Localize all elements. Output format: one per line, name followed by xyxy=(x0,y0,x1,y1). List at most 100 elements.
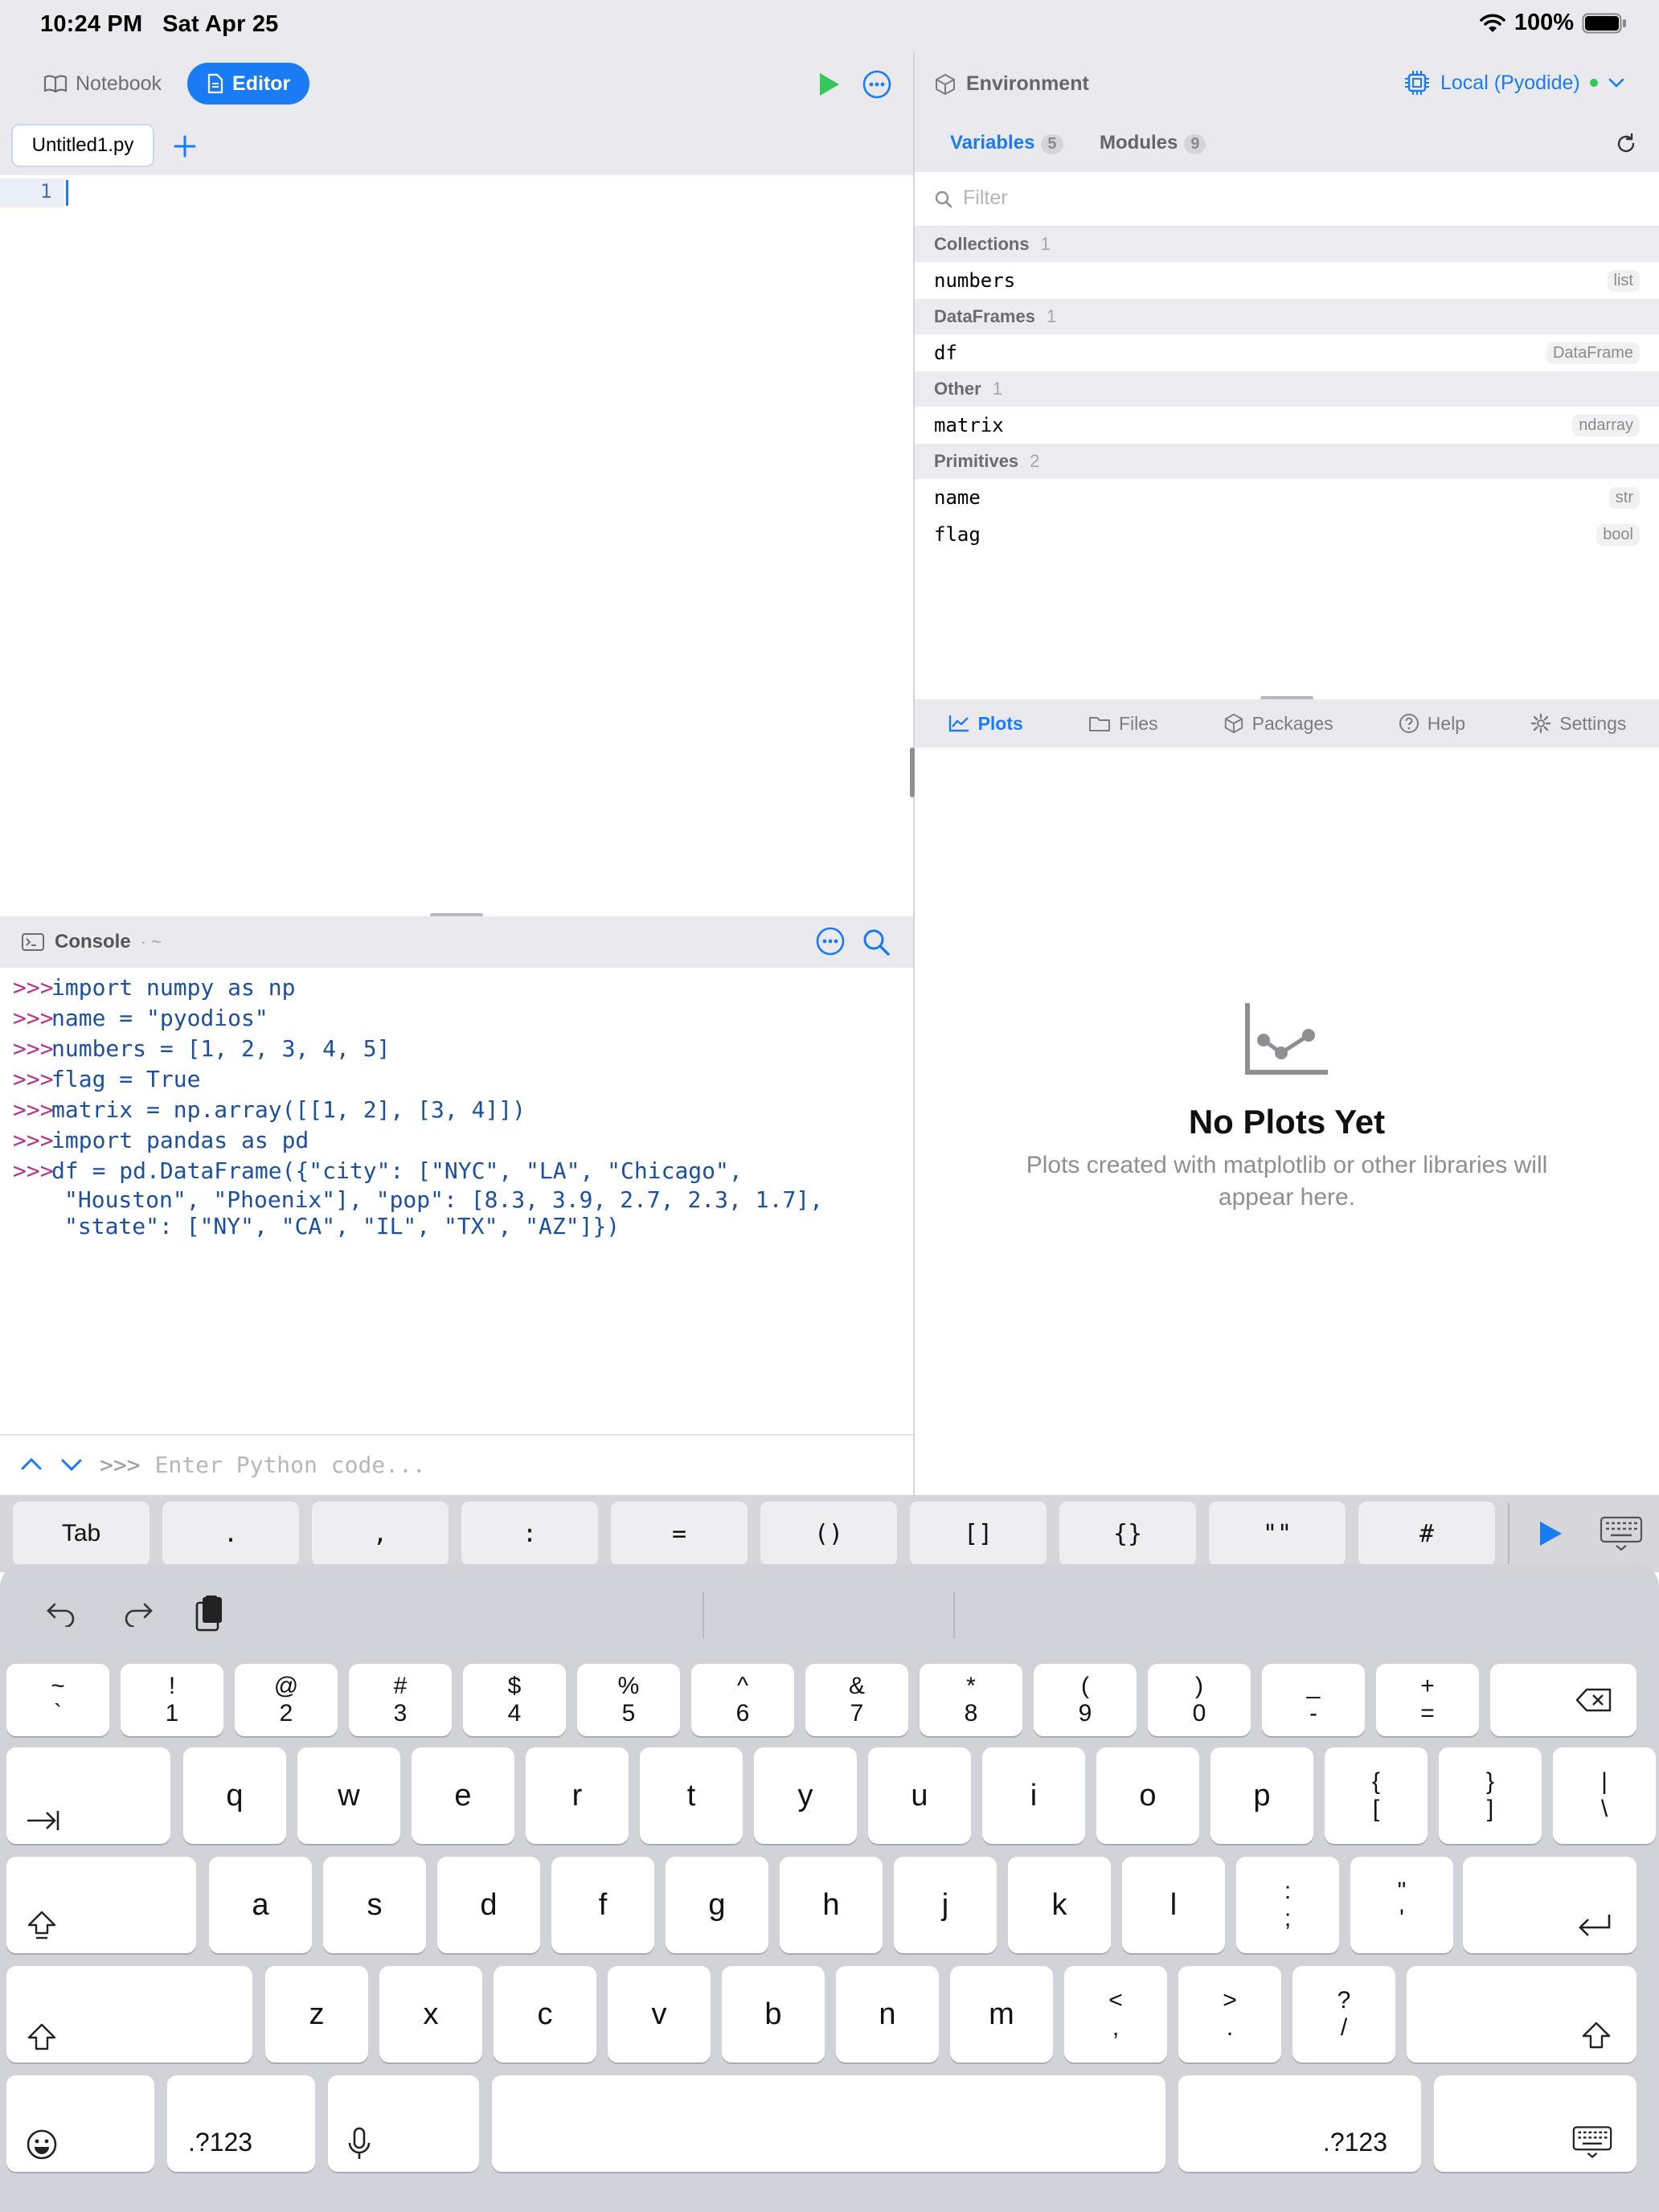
key-r[interactable]: r xyxy=(526,1747,629,1844)
accessory-key-tab[interactable]: Tab xyxy=(13,1501,150,1566)
key-9[interactable]: (9 xyxy=(1034,1664,1137,1736)
accessory-key-colon[interactable]: : xyxy=(461,1501,598,1566)
key-x[interactable]: x xyxy=(379,1966,482,2062)
numbers-key-left[interactable]: .?123 xyxy=(167,2075,315,2172)
key-m[interactable]: m xyxy=(950,1966,1053,2062)
key-1[interactable]: ! 1 xyxy=(121,1664,223,1736)
refresh-button[interactable] xyxy=(1614,132,1638,156)
numbers-key-right[interactable]: .?123 xyxy=(1178,2075,1421,2172)
accessory-key-parens[interactable]: () xyxy=(760,1501,897,1566)
key-w[interactable]: w xyxy=(297,1747,400,1844)
key-i[interactable]: i xyxy=(982,1747,1085,1844)
return-key[interactable] xyxy=(1463,1857,1636,1953)
key-7[interactable]: & 7 xyxy=(805,1664,908,1736)
history-up-button[interactable] xyxy=(19,1455,43,1473)
key-h[interactable]: h xyxy=(780,1857,883,1953)
history-down-button[interactable] xyxy=(59,1456,84,1474)
filter-input[interactable]: Filter xyxy=(963,186,1008,210)
run-button[interactable] xyxy=(817,71,841,98)
key-2[interactable]: @2 xyxy=(235,1664,338,1736)
key-6[interactable]: ^ 6 xyxy=(691,1664,794,1736)
dictation-key[interactable] xyxy=(328,2075,479,2172)
key-n[interactable]: n xyxy=(836,1966,939,2062)
tab-variables[interactable]: Variables 5 xyxy=(950,132,1063,154)
key-symbol[interactable]: }] xyxy=(1439,1747,1542,1844)
editor-toggle[interactable]: Editor xyxy=(187,63,310,104)
delete-key[interactable] xyxy=(1490,1664,1636,1736)
key-l[interactable]: l xyxy=(1122,1857,1225,1953)
more-options-button[interactable] xyxy=(862,69,892,100)
key-t[interactable]: t xyxy=(640,1747,743,1844)
accessory-key-comma[interactable]: , xyxy=(312,1501,449,1566)
file-tab[interactable]: Untitled1.py xyxy=(11,124,154,167)
space-bar[interactable] xyxy=(492,2075,1165,2172)
key-y[interactable]: y xyxy=(754,1747,857,1844)
redo-button[interactable] xyxy=(121,1600,154,1627)
key-12[interactable]: + = xyxy=(1376,1664,1479,1736)
key-symbol[interactable]: <, xyxy=(1064,1966,1167,2062)
right-shift-key[interactable] xyxy=(1407,1966,1636,2062)
left-shift-key[interactable] xyxy=(6,1966,252,2062)
key-p[interactable]: p xyxy=(1210,1747,1313,1844)
tab-modules[interactable]: Modules 9 xyxy=(1100,132,1206,154)
key-5[interactable]: % 5 xyxy=(577,1664,680,1736)
variable-row[interactable]: name str xyxy=(915,479,1659,516)
accessory-key-brackets[interactable]: [] xyxy=(910,1501,1047,1566)
key-d[interactable]: d xyxy=(437,1857,540,1953)
key-g[interactable]: g xyxy=(666,1857,768,1953)
caps-lock-key[interactable] xyxy=(6,1857,196,1953)
key-symbol[interactable]: :; xyxy=(1236,1857,1339,1953)
key-a[interactable]: a xyxy=(209,1857,312,1953)
tab-settings[interactable]: Settings xyxy=(1530,713,1626,735)
tab-packages[interactable]: Packages xyxy=(1223,713,1333,735)
key-symbol[interactable]: " ' xyxy=(1350,1857,1453,1953)
key-symbol[interactable]: | \ xyxy=(1553,1747,1656,1844)
tab-help[interactable]: Help xyxy=(1399,713,1465,735)
key-4[interactable]: $4 xyxy=(463,1664,566,1736)
accessory-key-period[interactable]: . xyxy=(162,1501,299,1566)
console-input[interactable]: Enter Python code... xyxy=(155,1452,426,1478)
runtime-selector[interactable]: Local (Pyodide) xyxy=(1403,69,1625,96)
tab-files[interactable]: Files xyxy=(1088,713,1158,735)
run-code-button[interactable] xyxy=(1537,1519,1564,1548)
hide-keyboard-key[interactable] xyxy=(1434,2075,1636,2172)
key-c[interactable]: c xyxy=(494,1966,596,2062)
key-q[interactable]: q xyxy=(183,1747,286,1844)
tab-plots[interactable]: Plots xyxy=(948,713,1023,735)
notebook-toggle[interactable]: Notebook xyxy=(24,63,181,104)
add-tab-button[interactable] xyxy=(172,133,198,159)
console-output[interactable]: >>> import numpy as np >>> name = "pyodios… xyxy=(0,968,913,1434)
key-8[interactable]: * 8 xyxy=(920,1664,1022,1736)
key-o[interactable]: o xyxy=(1096,1747,1199,1844)
key-b[interactable]: b xyxy=(722,1966,825,2062)
key-z[interactable]: z xyxy=(265,1966,368,2062)
key-0[interactable]: ~ ` xyxy=(6,1664,109,1736)
key-f[interactable]: f xyxy=(551,1857,654,1953)
accessory-key-braces[interactable]: {} xyxy=(1059,1501,1196,1566)
key-v[interactable]: v xyxy=(608,1966,711,2062)
key-10[interactable]: ) 0 xyxy=(1148,1664,1251,1736)
key-symbol[interactable]: >. xyxy=(1178,1966,1281,2062)
tab-key[interactable] xyxy=(6,1747,170,1844)
key-s[interactable]: s xyxy=(323,1857,426,1953)
accessory-key-equals[interactable]: = xyxy=(611,1501,748,1566)
key-symbol[interactable]: ? / xyxy=(1292,1966,1395,2062)
key-u[interactable]: u xyxy=(868,1747,971,1844)
key-symbol[interactable]: {[ xyxy=(1325,1747,1428,1844)
undo-button[interactable] xyxy=(45,1600,79,1627)
variable-row[interactable]: matrix ndarray xyxy=(915,407,1659,444)
console-options-button[interactable] xyxy=(815,926,846,956)
key-3[interactable]: #3 xyxy=(349,1664,452,1736)
accessory-key-hash[interactable]: # xyxy=(1358,1501,1495,1566)
variable-row[interactable]: numbers list xyxy=(915,262,1659,299)
key-11[interactable]: _ - xyxy=(1262,1664,1365,1736)
code-editor[interactable]: 1 xyxy=(0,175,913,917)
key-k[interactable]: k xyxy=(1008,1857,1111,1953)
variable-row[interactable]: flag bool xyxy=(915,516,1659,553)
accessory-key-quotes[interactable]: "" xyxy=(1209,1501,1346,1566)
console-search-button[interactable] xyxy=(862,928,891,956)
paste-button[interactable] xyxy=(195,1595,225,1633)
key-e[interactable]: e xyxy=(412,1747,514,1844)
key-j[interactable]: j xyxy=(894,1857,997,1953)
variable-row[interactable]: df DataFrame xyxy=(915,334,1659,371)
